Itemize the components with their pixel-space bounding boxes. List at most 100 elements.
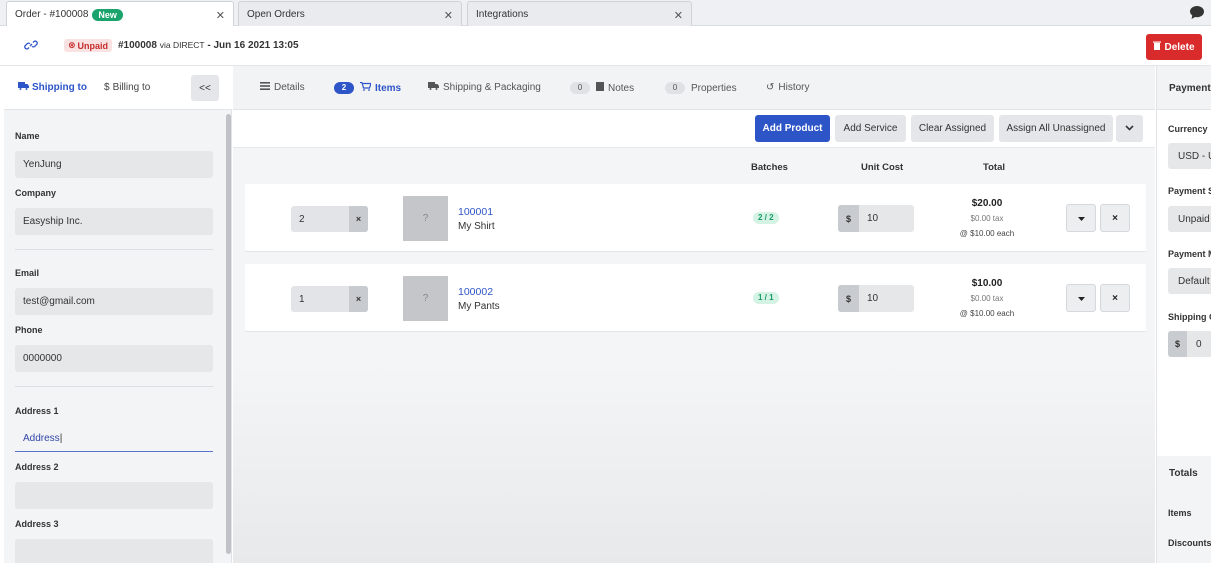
chevron-down-icon [1125,123,1134,134]
payment-title: Payment [1169,83,1211,94]
close-icon: × [1112,212,1118,224]
close-icon: × [1112,292,1118,304]
address2-field[interactable] [15,482,213,509]
tab-integrations[interactable]: Integrations ✕ [467,1,692,26]
order-date: - Jun 16 2021 13:05 [207,40,299,51]
product-sku-link[interactable]: 100001 [458,206,493,218]
new-badge: New [92,8,123,21]
address3-label: Address 3 [15,519,59,529]
unit-cost-field[interactable]: $ 10 [838,205,914,232]
address-tabs: Shipping to $ Billing to << [4,66,232,110]
batches-badge[interactable]: 1 / 1 [753,292,779,304]
tab-properties[interactable]: 0 Properties [665,82,737,94]
line-each-price: @ $10.00 each [959,229,1015,238]
line-each-price: @ $10.00 each [959,309,1015,318]
list-icon [260,82,270,93]
note-icon [596,82,604,94]
add-product-button[interactable]: Add Product [755,115,830,142]
tab-label: Open Orders [247,8,305,20]
x-circle-icon: ⊗ [68,40,76,50]
tab-shipping-to[interactable]: Shipping to [18,82,87,93]
tab-open-orders[interactable]: Open Orders ✕ [238,1,462,26]
scrollbar[interactable] [226,114,231,554]
discounts-label: Discounts [1168,538,1211,548]
items-count: 2 [334,82,354,94]
column-unit-cost: Unit Cost [861,162,904,173]
currency-addon: $ [838,285,859,312]
payment-method-select[interactable]: Default [1168,268,1211,294]
row-dropdown-button[interactable] [1066,284,1096,312]
phone-field[interactable]: 0000000 [15,345,213,372]
row-dropdown-button[interactable] [1066,204,1096,232]
company-label: Company [15,188,57,198]
divider [15,386,213,387]
properties-count: 0 [665,82,685,94]
tab-shipping-packaging[interactable]: Shipping & Packaging [428,82,541,93]
payment-method-label: Payment M [1168,249,1211,259]
email-field[interactable]: test@gmail.com [15,288,213,315]
payment-status-select[interactable]: Unpaid [1168,206,1211,232]
tab-details[interactable]: Details [260,82,305,93]
clear-quantity-icon[interactable]: × [349,206,368,232]
product-sku-link[interactable]: 100002 [458,286,493,298]
line-tax: $0.00 tax [970,294,1004,303]
address3-field[interactable] [15,539,213,563]
order-title: #100008 via DIRECT - Jun 16 2021 13:05 [118,40,299,51]
truck-icon [428,82,439,93]
totals-title: Totals [1169,468,1198,479]
items-toolbar: Add Product Add Service Clear Assigned A… [233,110,1155,148]
tab-items[interactable]: 2 Items [334,81,401,94]
tab-bar: Order - #100008 New ✕ Open Orders ✕ Inte… [0,0,1211,27]
close-icon[interactable]: ✕ [674,9,683,22]
notes-count: 0 [570,82,590,94]
table-row: 1 × ? 100002 My Pants 1 / 1 $ 10 $10.00 … [245,264,1146,332]
assign-all-unassigned-button[interactable]: Assign All Unassigned [999,115,1113,142]
history-icon: ↺ [766,82,775,93]
address-panel: Shipping to $ Billing to << Name YenJung… [4,66,232,563]
remove-item-button[interactable]: × [1100,204,1130,232]
clear-quantity-icon[interactable]: × [349,286,368,312]
close-icon[interactable]: ✕ [216,9,225,22]
line-total: $20.00 [971,198,1003,209]
column-total: Total [983,162,1005,173]
trash-icon [1153,41,1162,53]
more-dropdown-button[interactable] [1116,115,1143,142]
company-field[interactable]: Easyship Inc. [15,208,213,235]
name-field[interactable]: YenJung [15,151,213,178]
collapse-button[interactable]: << [191,75,219,101]
batches-badge[interactable]: 2 / 2 [753,212,779,224]
currency-addon: $ [838,205,859,232]
tab-billing-to[interactable]: $ Billing to [104,82,150,93]
address1-field[interactable]: Address | [15,425,213,452]
remove-item-button[interactable]: × [1100,284,1130,312]
address2-label: Address 2 [15,462,59,472]
caret-down-icon [1077,213,1085,224]
column-batches: Batches [751,162,788,173]
phone-label: Phone [15,325,43,335]
truck-icon [18,82,29,93]
name-label: Name [15,131,40,141]
tab-order-100008[interactable]: Order - #100008 New ✕ [6,1,234,27]
payment-status-label: Payment S [1168,186,1211,196]
shipping-cost-field[interactable]: $ 0 [1168,331,1211,357]
tab-history[interactable]: ↺ History [766,82,810,93]
payment-header: Payment [1157,66,1211,110]
quantity-field[interactable]: 2 × [291,206,368,232]
currency-select[interactable]: USD - U [1168,143,1211,169]
quantity-field[interactable]: 1 × [291,286,368,312]
order-source: via DIRECT [159,40,205,50]
product-thumbnail: ? [403,196,448,241]
delete-button[interactable]: Delete [1146,34,1202,60]
unit-cost-field[interactable]: $ 10 [838,285,914,312]
close-icon[interactable]: ✕ [444,9,453,22]
tab-label: Order - #100008 [15,9,89,20]
add-service-button[interactable]: Add Service [835,115,906,142]
tab-notes[interactable]: 0 Notes [570,82,634,94]
link-icon[interactable] [24,38,38,55]
order-tabs: Details 2 Items Shipping & Packaging 0 N… [233,66,1155,110]
cart-icon [360,81,372,94]
email-label: Email [15,268,40,278]
chat-icon[interactable] [1189,5,1205,23]
line-total: $10.00 [971,278,1003,289]
clear-assigned-button[interactable]: Clear Assigned [911,115,994,142]
